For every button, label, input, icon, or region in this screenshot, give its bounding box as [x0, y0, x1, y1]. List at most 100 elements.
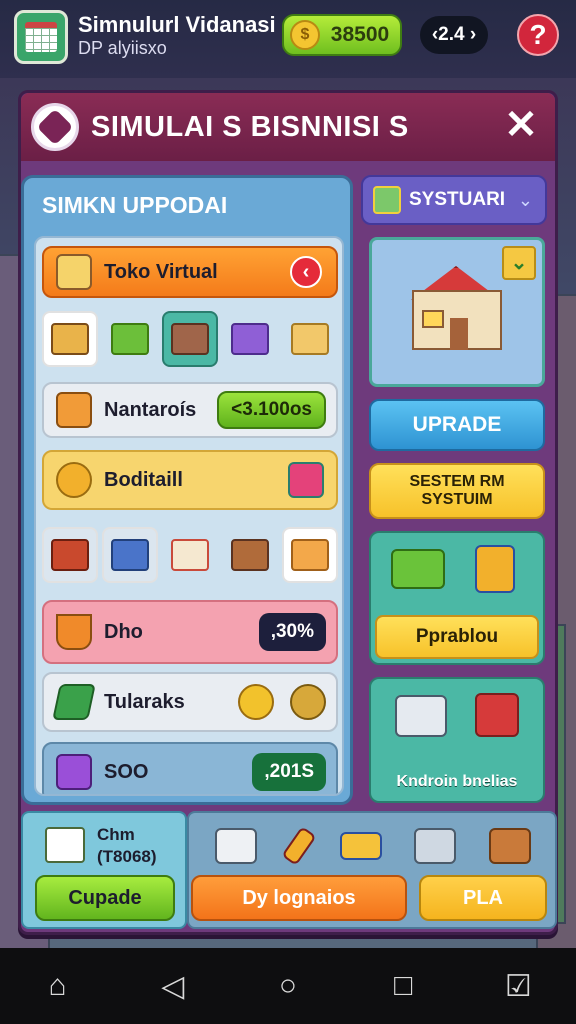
- cart-stand-icon: [56, 392, 92, 428]
- nantarois-value[interactable]: <3.100os: [217, 391, 326, 429]
- item-row-2: [42, 520, 338, 590]
- upgrade-column: SIMKN UPPODAI Toko Virtual ‹ Nantaroís <…: [21, 175, 353, 805]
- red-crate-icon: [475, 693, 519, 737]
- bottom-value: (T8068): [97, 847, 157, 866]
- boditaill-label: Boditaill: [104, 468, 183, 491]
- home-circle-icon[interactable]: ○: [266, 964, 310, 1008]
- produce-basket-icon[interactable]: [488, 828, 531, 864]
- register-icon[interactable]: [215, 828, 258, 864]
- dho-value[interactable]: ,30%: [258, 613, 326, 651]
- item-tile-stack[interactable]: [42, 527, 98, 583]
- bottom-icon-row: [199, 821, 547, 871]
- business-simulation-panel: SIMULAI S BISNNISI S ✕ SIMKN UPPODAI Tok…: [18, 90, 558, 935]
- soo-value[interactable]: ,201S: [252, 753, 326, 791]
- help-button[interactable]: ?: [517, 14, 559, 56]
- pla-button[interactable]: PLA: [419, 875, 547, 921]
- upgrade-store-button[interactable]: UPRADE: [369, 399, 545, 451]
- bucket-icon: [56, 614, 92, 650]
- app-title: Simnulurl Vidanasi: [78, 12, 276, 37]
- system-button[interactable]: SESTEM RM SYSTUIM: [369, 463, 545, 519]
- veggie-basket-icon: [111, 323, 149, 355]
- item-row-1: [42, 304, 338, 374]
- nantarois-label: Nantaroís: [104, 398, 197, 421]
- item-tile-snacks[interactable]: [282, 527, 338, 583]
- phone-bag-icon: [475, 545, 515, 593]
- dho-label: Dho: [104, 620, 143, 643]
- tularaks-row[interactable]: Tularaks: [42, 672, 338, 732]
- calendar-app-icon[interactable]: [14, 10, 68, 64]
- system-nav-bar: ⌂ ◁ ○ □ ☑: [0, 948, 576, 1024]
- item-tile-register[interactable]: [102, 527, 158, 583]
- coin-icon: $: [290, 20, 320, 50]
- item-tile-cart[interactable]: [222, 311, 278, 367]
- soo-row[interactable]: SOO ,201S: [42, 742, 338, 794]
- chevron-down-icon: ⌄: [517, 189, 533, 210]
- dho-row[interactable]: Dho ,30%: [42, 600, 338, 664]
- snacks-tray-icon: [291, 539, 329, 571]
- toko-arrow-button[interactable]: ‹: [290, 256, 322, 288]
- item-tile-box[interactable]: [162, 311, 218, 367]
- app-subtitle: DP alyiisxo: [78, 38, 167, 58]
- back-icon[interactable]: ◁: [151, 964, 195, 1008]
- close-button[interactable]: ✕: [501, 105, 541, 145]
- delivery-van-icon: [395, 695, 447, 737]
- time-pill[interactable]: ‹2.4 ›: [420, 16, 488, 54]
- expand-badge-icon[interactable]: ⌄: [502, 246, 536, 280]
- greens-crate-icon: [231, 539, 269, 571]
- boditaill-row[interactable]: Boditaill: [42, 450, 338, 510]
- produce-crate-icon: [51, 323, 89, 355]
- store-window: [422, 310, 444, 328]
- cupade-button[interactable]: Cupade: [35, 875, 175, 921]
- store-preview[interactable]: ⌄: [369, 237, 545, 387]
- system-dropdown-label: SYSTUARI: [409, 189, 506, 210]
- item-tile-bag[interactable]: [162, 527, 218, 583]
- item-tile-greens[interactable]: [222, 527, 278, 583]
- bottom-strip: Chm (T8068) Cupade Dy lognaios PLA: [21, 811, 557, 929]
- home-icon[interactable]: ⌂: [36, 964, 80, 1008]
- coin-amount: 38500: [330, 23, 390, 46]
- broom-icon[interactable]: [280, 826, 317, 866]
- hexagon-icon: [36, 108, 74, 146]
- check-icon[interactable]: ☑: [496, 964, 540, 1008]
- tularaks-label: Tularaks: [104, 690, 185, 713]
- system-icon: [373, 186, 401, 214]
- storage-box-icon: [171, 323, 209, 355]
- bottom-label: Chm: [97, 825, 135, 844]
- green-truck-icon: [391, 549, 445, 589]
- coin-stack-icon: [290, 684, 326, 720]
- cart-icon[interactable]: [414, 828, 457, 864]
- toko-virtual-row[interactable]: Toko Virtual ‹: [42, 246, 338, 298]
- nantarois-row[interactable]: Nantaroís <3.100os: [42, 382, 338, 438]
- soo-label: SOO: [104, 760, 149, 783]
- toko-virtual-label: Toko Virtual: [104, 260, 218, 283]
- coin-balance[interactable]: $ 38500: [282, 14, 402, 56]
- bread-stack-icon: [291, 323, 329, 355]
- system-dropdown[interactable]: SYSTUARI ⌄: [361, 175, 547, 225]
- vehicle-card[interactable]: Pprablou: [369, 531, 545, 665]
- shopping-cart-icon: [231, 323, 269, 355]
- product-thumbnail-icon: [45, 827, 85, 863]
- panel-badge-icon: [31, 103, 79, 151]
- recents-icon[interactable]: □: [381, 964, 425, 1008]
- ticket-icon: [52, 684, 96, 720]
- item-tile-bread[interactable]: [282, 311, 338, 367]
- gold-coin-icon: [238, 684, 274, 720]
- store-door: [450, 318, 468, 350]
- calendar-grid-icon: [25, 22, 57, 52]
- shop-basket-icon: [56, 254, 92, 290]
- upgrade-column-title: SIMKN UPPODAI: [42, 192, 228, 218]
- delivery-card-caption: Kndroin bnelias: [396, 773, 518, 790]
- delivery-card[interactable]: Kndroin bnelias: [369, 677, 545, 803]
- coin-icon: [56, 462, 92, 498]
- grocery-bag-icon: [171, 539, 209, 571]
- cash-register-icon: [111, 539, 149, 571]
- delivery-truck-icon[interactable]: [288, 462, 324, 498]
- upgrade-list: Toko Virtual ‹ Nantaroís <3.100os Bodita…: [34, 236, 344, 796]
- item-tile-produce[interactable]: [42, 311, 98, 367]
- vehicle-card-button[interactable]: Pprablou: [375, 615, 539, 659]
- purple-cart-icon: [56, 754, 92, 790]
- dy-lognaios-button[interactable]: Dy lognaios: [191, 875, 407, 921]
- tray-icon[interactable]: [339, 832, 382, 860]
- stacked-boxes-icon: [51, 539, 89, 571]
- item-tile-basket[interactable]: [102, 311, 158, 367]
